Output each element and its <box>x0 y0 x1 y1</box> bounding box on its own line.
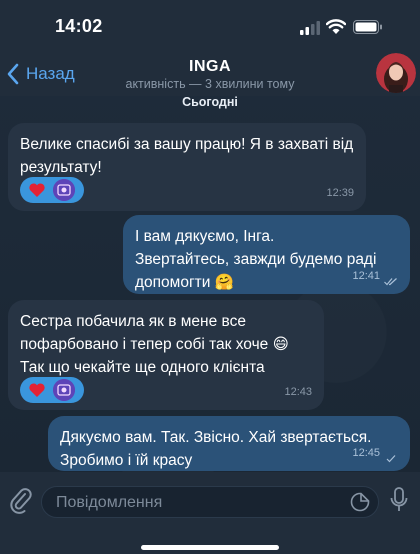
chat-header: Назад INGA активність — 3 хвилини тому <box>0 52 420 96</box>
message-text: Дякуємо вам. Так. Звісно. Хай звертаєтьс… <box>60 429 372 469</box>
status-bar: 14:02 <box>0 0 420 52</box>
message-input-field[interactable] <box>41 486 379 519</box>
reactor-avatar-icon <box>53 179 75 201</box>
battery-icon <box>353 20 382 34</box>
reaction-chip[interactable] <box>20 177 84 203</box>
contact-avatar-image <box>376 53 416 93</box>
red-heart-icon <box>29 383 45 397</box>
message-outgoing[interactable]: І вам дякуємо, Інга. Звертайтесь, завжди… <box>123 215 410 294</box>
message-time: 12:45 <box>352 447 380 459</box>
reactor-avatar-icon <box>53 379 75 401</box>
sticker-icon[interactable] <box>350 492 370 512</box>
red-heart-icon <box>29 183 45 197</box>
chat-title[interactable]: INGA <box>0 58 420 76</box>
message-time: 12:41 <box>352 270 380 282</box>
wifi-icon <box>326 19 346 34</box>
contact-avatar[interactable] <box>376 53 416 93</box>
paperclip-icon[interactable] <box>8 486 34 516</box>
message-outgoing[interactable]: Дякуємо вам. Так. Звісно. Хай звертаєтьс… <box>48 416 410 471</box>
composer-bar <box>0 472 420 554</box>
date-separator: Сьогодні <box>182 95 238 109</box>
message-time: 12:39 <box>326 187 354 199</box>
cellular-signal-icon <box>300 21 320 35</box>
status-time: 14:02 <box>55 16 103 36</box>
message-text: Велике спасибі за вашу працю! Я в захват… <box>20 136 354 176</box>
single-check-icon <box>386 455 396 463</box>
reactor-avatar <box>53 179 75 201</box>
microphone-icon[interactable] <box>389 485 409 515</box>
message-time: 12:43 <box>284 386 312 398</box>
chat-status: активність — 3 хвилини тому <box>125 77 295 91</box>
reactor-avatar <box>53 379 75 401</box>
message-text: Сестра побачила як в мене все пофарбован… <box>20 313 289 376</box>
reaction-chip[interactable] <box>20 377 84 403</box>
home-indicator <box>141 545 279 550</box>
message-input[interactable] <box>54 487 338 519</box>
double-check-icon <box>384 278 397 286</box>
